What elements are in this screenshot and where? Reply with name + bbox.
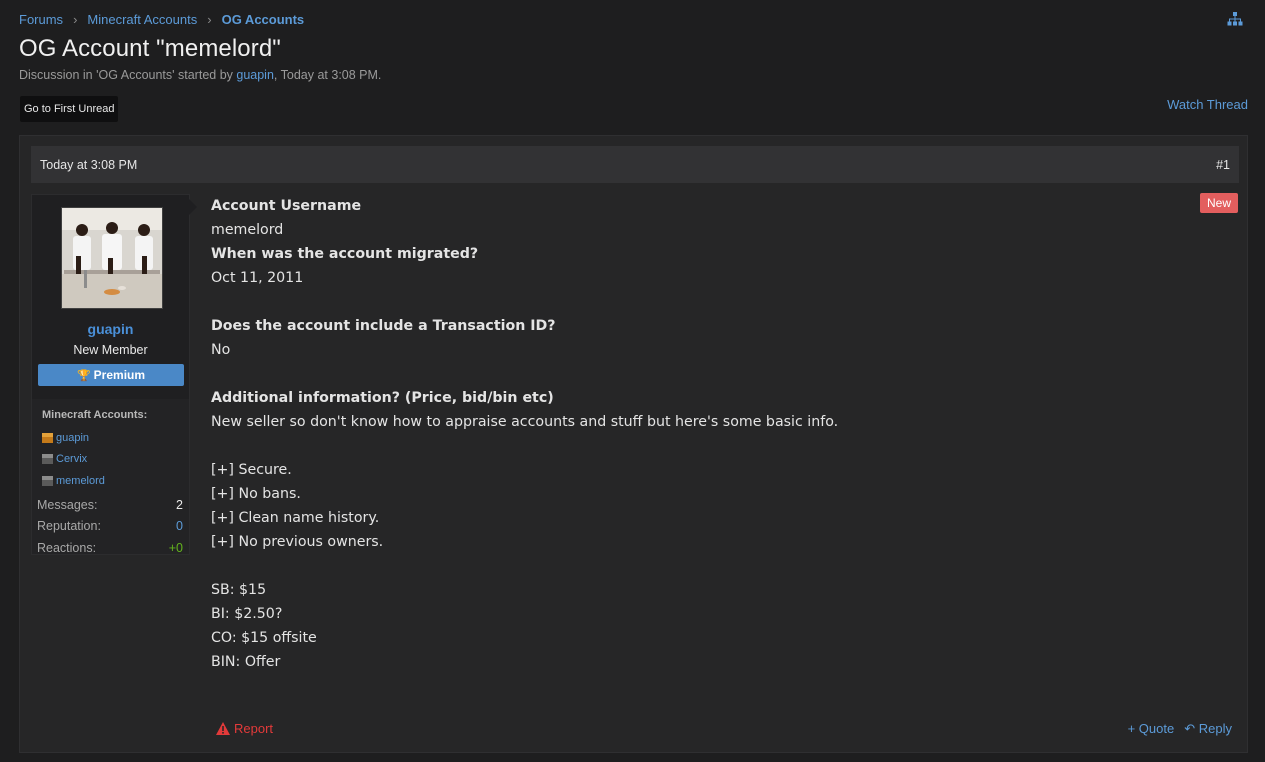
post-number[interactable]: #1 (1216, 158, 1230, 172)
price-line: BIN: Offer (211, 654, 281, 670)
user-extra: Minecraft Accounts: guapin Cervix memelo… (32, 399, 189, 555)
user-panel-arrow (189, 199, 197, 215)
thread-author-link[interactable]: guapin (236, 68, 274, 82)
reply-button[interactable]: ↶ Reply (1184, 721, 1232, 737)
go-to-first-unread-button[interactable]: Go to First Unread (20, 96, 119, 122)
answer-text: memelord (211, 222, 284, 238)
stat-label: Reputation: (37, 519, 101, 534)
quote-button[interactable]: + Quote (1128, 721, 1175, 737)
watch-thread-link[interactable]: Watch Thread (1167, 97, 1248, 112)
description-suffix: , Today at 3:08 PM. (273, 68, 382, 82)
premium-banner: 🏆 Premium (38, 364, 184, 386)
report-label: Report (234, 721, 274, 736)
premium-label: Premium (93, 368, 146, 382)
avatar[interactable] (61, 207, 163, 309)
price-line: CO: $15 offsite (211, 630, 317, 646)
warning-icon (216, 722, 230, 735)
feature-line: [+] Clean name history. (211, 510, 380, 526)
feature-line: [+] No previous owners. (211, 534, 384, 550)
stat-label: Reactions: (37, 540, 97, 555)
page-title: OG Account "memelord" (19, 35, 281, 62)
post-header: Today at 3:08 PM #1 (31, 146, 1239, 183)
question-label: When was the account migrated? (211, 246, 479, 262)
minecraft-head-icon (42, 432, 53, 443)
price-line: SB: $15 (211, 582, 267, 598)
list-item: Cervix (42, 449, 105, 471)
answer-text: No (211, 342, 231, 358)
price-line: BI: $2.50? (211, 606, 283, 622)
account-link[interactable]: memelord (56, 475, 105, 487)
feature-line: [+] No bans. (211, 486, 301, 502)
post-actions: + Quote ↶ Reply (1128, 721, 1232, 737)
reply-label: Reply (1198, 721, 1232, 736)
stat-label: Messages: (37, 497, 98, 512)
minecraft-head-icon (42, 454, 53, 465)
user-stats: Messages: 2 Reputation: 0 Reactions: +0 (37, 494, 183, 559)
breadcrumb-forums[interactable]: Forums (19, 12, 63, 27)
description-prefix: Discussion in 'OG Accounts' started by (19, 68, 237, 82)
question-label: Additional information? (Price, bid/bin … (211, 390, 554, 406)
breadcrumb-og-accounts[interactable]: OG Accounts (222, 12, 305, 27)
trophy-icon: 🏆 (76, 369, 91, 382)
post-date[interactable]: Today at 3:08 PM (40, 158, 137, 172)
account-link[interactable]: guapin (56, 432, 89, 444)
avatar-image (62, 208, 162, 308)
feature-line: [+] Secure. (211, 462, 292, 478)
stat-reactions: Reactions: +0 (37, 537, 183, 559)
post: Today at 3:08 PM #1 guapin New Member 🏆 … (19, 135, 1248, 753)
post-body: Account Username memelord When was the a… (211, 194, 1221, 674)
accounts-heading: Minecraft Accounts: (42, 409, 148, 421)
sitemap-icon[interactable] (1227, 11, 1243, 27)
list-item: memelord (42, 470, 105, 492)
accounts-list: guapin Cervix memelord (42, 427, 105, 492)
question-label: Account Username (211, 198, 362, 214)
answer-text: New seller so don't know how to appraise… (211, 414, 839, 430)
question-label: Does the account include a Transaction I… (211, 318, 556, 334)
chevron-right-icon: › (73, 12, 78, 27)
thread-description: Discussion in 'OG Accounts' started by g… (19, 68, 381, 82)
user-panel: guapin New Member 🏆 Premium Minecraft Ac… (31, 194, 197, 555)
breadcrumb-minecraft-accounts[interactable]: Minecraft Accounts (87, 12, 197, 27)
stat-value: +0 (168, 540, 183, 555)
chevron-right-icon: › (207, 12, 212, 27)
reply-arrow-icon: ↶ (1184, 721, 1196, 736)
stat-messages: Messages: 2 (37, 494, 183, 516)
stat-value[interactable]: 0 (176, 519, 183, 533)
answer-text: Oct 11, 2011 (211, 270, 304, 286)
stat-reputation: Reputation: 0 (37, 516, 183, 538)
stat-value[interactable]: 2 (176, 498, 183, 512)
user-title: New Member (73, 343, 148, 357)
username[interactable]: guapin (32, 321, 189, 337)
minecraft-head-icon (42, 475, 53, 486)
account-link[interactable]: Cervix (56, 453, 87, 465)
report-button[interactable]: Report (216, 721, 273, 736)
list-item: guapin (42, 427, 105, 449)
breadcrumb: Forums › Minecraft Accounts › OG Account… (19, 12, 304, 27)
